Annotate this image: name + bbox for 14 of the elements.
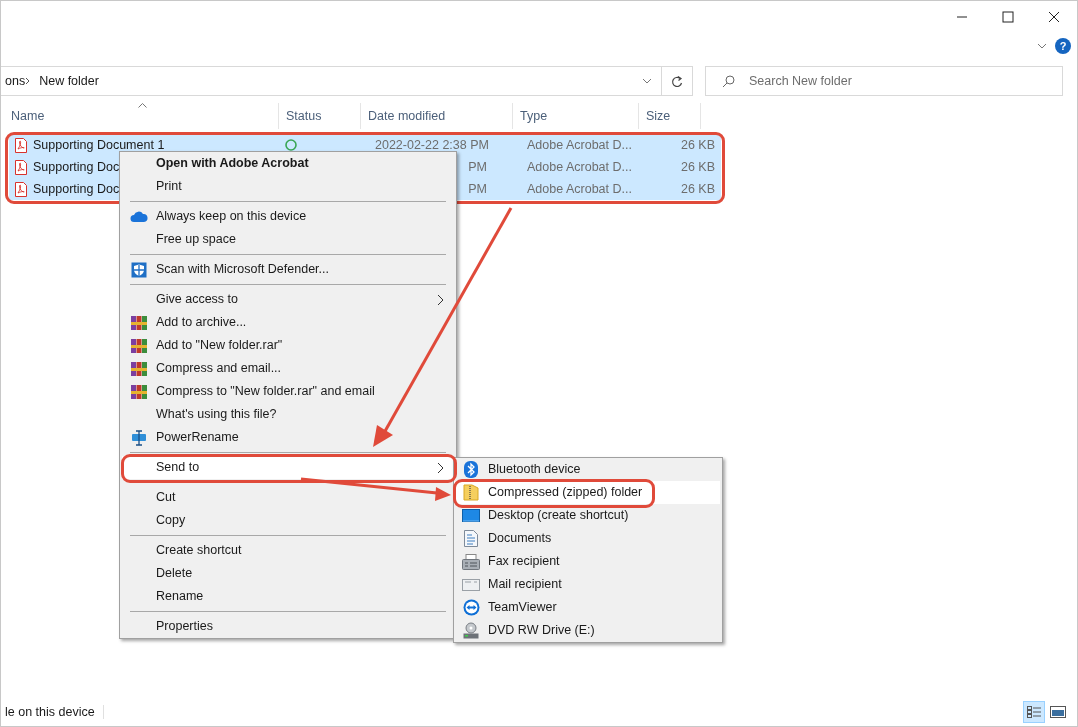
date-modified: PM	[468, 159, 487, 174]
file-name: Supporting Document 1	[33, 136, 165, 154]
file-type: Adobe Acrobat D...	[527, 181, 632, 196]
file-name: Supporting Doc	[33, 158, 120, 176]
date-modified: 2022-02-22 2:38 PM	[375, 137, 489, 152]
file-type: Adobe Acrobat D...	[527, 137, 632, 152]
placeholder-text: Search New folder	[749, 72, 852, 90]
file-size: 26 KB	[680, 159, 715, 174]
status-text: le on this device	[4, 703, 95, 721]
file-size: 26 KB	[680, 137, 715, 152]
date-modified: PM	[468, 181, 487, 196]
file-name: Supporting Doc	[33, 180, 120, 198]
file-type: Adobe Acrobat D...	[527, 159, 632, 174]
file-size: 26 KB	[680, 181, 715, 196]
